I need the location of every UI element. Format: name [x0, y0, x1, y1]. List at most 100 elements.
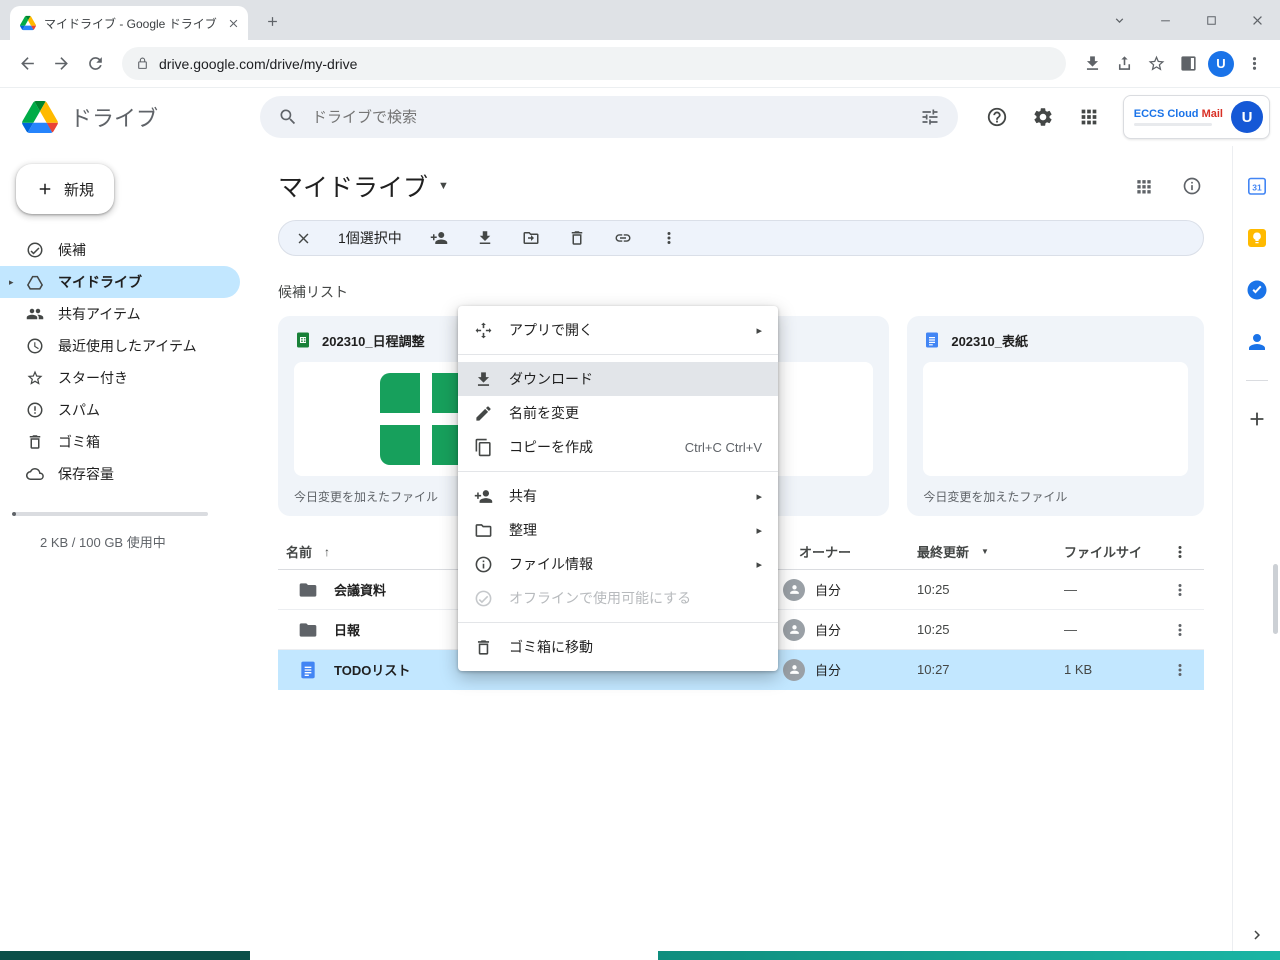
- copy-icon: [474, 438, 493, 457]
- page-title[interactable]: マイドライブ: [278, 168, 428, 204]
- companion-add-button[interactable]: [1243, 405, 1271, 433]
- account-badge[interactable]: ECCS Cloud Mail U: [1123, 95, 1270, 139]
- sidebar-item-label: スター付き: [58, 368, 128, 388]
- address-bar[interactable]: drive.google.com/drive/my-drive: [122, 47, 1066, 80]
- download-button[interactable]: [1076, 48, 1108, 80]
- collapse-panel-icon[interactable]: [1248, 926, 1266, 944]
- column-modified[interactable]: 最終更新 ▼: [899, 542, 1044, 561]
- sidebar-item-label: 候補: [58, 240, 86, 260]
- sidebar-item-storage[interactable]: 保存容量: [0, 458, 240, 490]
- storage-bar: [12, 512, 208, 516]
- context-menu-item[interactable]: コピーを作成Ctrl+C Ctrl+V: [458, 430, 778, 464]
- tab-close-icon[interactable]: [227, 17, 240, 30]
- lock-icon[interactable]: [136, 57, 149, 70]
- context-menu-item[interactable]: 整理▸: [458, 513, 778, 547]
- new-tab-button[interactable]: [258, 7, 286, 35]
- link-icon[interactable]: [614, 229, 632, 247]
- column-owner[interactable]: オーナー: [779, 542, 899, 561]
- row-menu-button[interactable]: [1156, 581, 1204, 599]
- dots-v-icon[interactable]: [660, 229, 678, 247]
- sidebar-item-recent[interactable]: 最近使用したアイテム: [0, 330, 240, 362]
- account-avatar[interactable]: U: [1231, 101, 1263, 133]
- context-menu-item[interactable]: 共有▸: [458, 479, 778, 513]
- sidebar-item-starred[interactable]: スター付き: [0, 362, 240, 394]
- sidebar-item-spam[interactable]: スパム: [0, 394, 240, 426]
- sort-desc-icon[interactable]: ▼: [981, 547, 989, 556]
- minimize-icon: [1158, 13, 1173, 28]
- reload-button[interactable]: [78, 47, 112, 81]
- column-size[interactable]: ファイルサイ: [1044, 542, 1156, 561]
- drive-logo-icon[interactable]: [22, 101, 58, 133]
- cloud-icon: [26, 465, 44, 483]
- clear-selection-icon[interactable]: [295, 230, 312, 247]
- sidebar-item-suggestions[interactable]: 候補: [0, 234, 240, 266]
- title-dropdown-caret-icon[interactable]: ▼: [438, 180, 449, 192]
- window-minimize-button[interactable]: [1142, 0, 1188, 40]
- browser-tab[interactable]: マイドライブ - Google ドライブ: [10, 6, 248, 40]
- search-bar[interactable]: [260, 96, 958, 138]
- header-actions: ECCS Cloud Mail U: [977, 95, 1270, 139]
- doc-file-icon: [923, 331, 941, 349]
- window-close-button[interactable]: [1234, 0, 1280, 40]
- search-input[interactable]: [312, 109, 906, 126]
- pencil-icon: [474, 404, 493, 423]
- list-settings-icon[interactable]: [1156, 543, 1204, 561]
- row-menu-button[interactable]: [1156, 621, 1204, 639]
- companion-contacts-button[interactable]: [1243, 328, 1271, 356]
- details-info-icon[interactable]: [1182, 176, 1202, 196]
- download-icon[interactable]: [476, 229, 494, 247]
- trash-icon[interactable]: [568, 229, 586, 247]
- search-options-icon[interactable]: [920, 107, 940, 127]
- context-menu-item[interactable]: ファイル情報▸: [458, 547, 778, 581]
- context-menu-item[interactable]: アプリで開く▸: [458, 313, 778, 347]
- menu-item-label: 共有: [509, 486, 537, 506]
- suggestion-card-name: 202310_日程調整: [322, 331, 425, 350]
- help-icon[interactable]: [977, 97, 1017, 137]
- context-menu-item: オフラインで使用可能にする: [458, 581, 778, 615]
- context-menu-item[interactable]: ゴミ箱に移動: [458, 630, 778, 664]
- scrollbar[interactable]: [1273, 564, 1278, 634]
- browser-toolbar: drive.google.com/drive/my-drive U: [0, 40, 1280, 88]
- companion-tasks-button[interactable]: [1243, 276, 1271, 304]
- sort-asc-icon[interactable]: ↑: [324, 545, 330, 559]
- sidebar-item-trash[interactable]: ゴミ箱: [0, 426, 240, 458]
- app-name[interactable]: ドライブ: [70, 101, 158, 133]
- people-icon: [26, 305, 44, 323]
- forward-button[interactable]: [44, 47, 78, 81]
- window-chevron-down-button[interactable]: [1096, 0, 1142, 40]
- folder-move-icon[interactable]: [522, 229, 540, 247]
- sidebar-item-my-drive[interactable]: ▸マイドライブ: [0, 266, 240, 298]
- owner-cell: 自分: [779, 659, 899, 681]
- share-icon: [1115, 54, 1134, 73]
- file-name: 日報: [334, 620, 360, 639]
- search-icon[interactable]: [278, 107, 298, 127]
- context-menu-item[interactable]: ダウンロード: [458, 362, 778, 396]
- companion-keep-button[interactable]: [1243, 224, 1271, 252]
- expand-caret-icon[interactable]: ▸: [9, 277, 14, 288]
- browser-menu-icon[interactable]: [1238, 48, 1270, 80]
- row-menu-button[interactable]: [1156, 661, 1204, 679]
- grid-view-icon[interactable]: [1134, 176, 1154, 196]
- chevron-down-icon: [1112, 13, 1127, 28]
- browser-profile-avatar[interactable]: U: [1208, 51, 1234, 77]
- star-button[interactable]: [1140, 48, 1172, 80]
- companion-panel: 31: [1232, 146, 1280, 960]
- companion-calendar-button[interactable]: 31: [1243, 172, 1271, 200]
- person-add-icon[interactable]: [430, 229, 448, 247]
- owner-avatar-icon: [783, 619, 805, 641]
- settings-gear-icon[interactable]: [1023, 97, 1063, 137]
- tab-title: マイドライブ - Google ドライブ: [44, 15, 219, 32]
- owner-avatar-icon: [783, 659, 805, 681]
- drive-outline-icon: [26, 273, 44, 291]
- sidebar-item-label: スパム: [58, 400, 100, 420]
- sidebar-item-shared[interactable]: 共有アイテム: [0, 298, 240, 330]
- new-button[interactable]: 新規: [16, 164, 114, 214]
- window-maximize-button[interactable]: [1188, 0, 1234, 40]
- back-button[interactable]: [10, 47, 44, 81]
- context-menu-item[interactable]: 名前を変更: [458, 396, 778, 430]
- suggestion-card[interactable]: 202310_表紙今日変更を加えたファイル: [907, 316, 1204, 516]
- browser-tab-strip: マイドライブ - Google ドライブ: [0, 0, 1280, 40]
- side-panel-button[interactable]: [1172, 48, 1204, 80]
- share-button[interactable]: [1108, 48, 1140, 80]
- apps-grid-icon[interactable]: [1069, 97, 1109, 137]
